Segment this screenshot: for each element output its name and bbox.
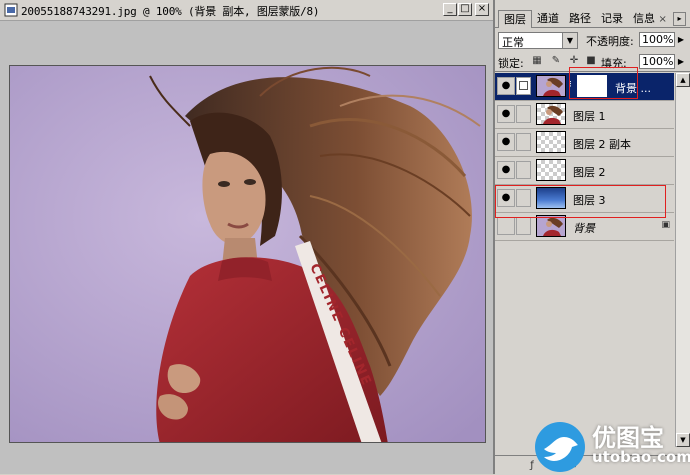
lock-label: 锁定: [498,57,524,70]
layer-row-layer-1[interactable]: ● 图层 1 [495,101,674,129]
layer-thumbnail [536,103,566,125]
blend-mode-value: 正常 [502,36,524,49]
blend-mode-select[interactable]: 正常 ▼ [498,32,578,49]
opacity-input[interactable]: 100% [639,32,675,47]
chevron-down-icon[interactable]: ▼ [562,33,577,48]
canvas-area[interactable]: CELINE CELINE [0,21,493,474]
layer-lock-icon: ▣ [661,220,670,230]
lock-brush-icon[interactable]: ✎ [550,55,562,67]
layer-name: 图层 2 副本 [573,138,631,151]
maximize-button[interactable]: □ [458,3,472,16]
lock-all-icon[interactable]: ■ [585,55,597,67]
panel-menu-button[interactable]: ▸ [673,12,686,26]
layer-link-cell[interactable] [516,161,531,179]
layer-row-layer-2-copy[interactable]: ● 图层 2 副本 [495,129,674,157]
layer-name: 图层 1 [573,110,606,123]
fill-arrow-icon[interactable]: ▶ [676,54,686,69]
document-title-bar[interactable]: 20055188743291.jpg @ 100% (背景 副本, 图层蒙版/8… [0,0,493,21]
layer-thumbnail [536,131,566,153]
visibility-eye-icon[interactable]: ● [497,77,515,95]
fill-input[interactable]: 100% [639,54,675,69]
watermark-en: utobao.com [592,448,690,466]
layer-row-layer-2[interactable]: ● 图层 2 [495,157,674,185]
layer-link-cell[interactable] [516,105,531,123]
opacity-label: 不透明度: [586,35,634,48]
photoshop-document-icon [4,3,18,17]
portrait-photo-image: CELINE CELINE [10,66,485,442]
layers-panel: 图层 通道 路径 记录 信息 × ▸ 正常 ▼ 不透明度: 100% ▶ 锁定:… [495,0,690,475]
layer-link-cell[interactable] [516,217,531,235]
bird-logo-icon [535,422,585,472]
layer-name: 图层 2 [573,166,606,179]
visibility-eye-icon[interactable]: ● [497,133,515,151]
highlight-layer-3-box [495,185,666,218]
document-window: 20055188743291.jpg @ 100% (背景 副本, 图层蒙版/8… [0,0,493,474]
close-button[interactable]: × [475,3,489,16]
visibility-eye-icon[interactable]: ● [497,161,515,179]
layers-list: ● ⁝ 背景 ... ● 图层 1 ● 图层 2 副本 ● 图层 2 ● 图层 … [495,67,674,447]
highlight-mask-box [569,67,638,99]
lock-transparency-icon[interactable]: ▦ [531,55,543,67]
layer-link-cell[interactable] [516,133,531,151]
tab-info[interactable]: 信息 × [628,10,668,27]
layer-thumbnail [536,215,566,237]
visibility-eye-cell[interactable] [497,217,515,235]
tab-layers[interactable]: 图层 [498,10,532,28]
document-title: 20055188743291.jpg @ 100% (背景 副本, 图层蒙版/8… [21,5,320,18]
lock-move-icon[interactable]: ✛ [568,55,580,67]
layer-mask-link-icon[interactable] [516,77,531,95]
layers-scrollbar[interactable]: ▲ ▼ [675,73,690,447]
layer-thumbnail [536,159,566,181]
panel-tab-strip: 图层 通道 路径 记录 信息 × ▸ [495,8,690,28]
opacity-arrow-icon[interactable]: ▶ [676,32,686,47]
tab-channels[interactable]: 通道 [532,10,564,27]
blend-opacity-row: 正常 ▼ 不透明度: 100% ▶ [495,29,690,51]
tab-history[interactable]: 记录 [596,10,628,27]
scroll-up-icon[interactable]: ▲ [676,73,690,87]
canvas-photo[interactable]: CELINE CELINE [9,65,486,443]
tab-close-icon[interactable]: × [659,14,667,25]
visibility-eye-icon[interactable]: ● [497,105,515,123]
watermark: 优图宝 utobao.com [530,415,690,474]
layer-thumbnail [536,75,566,97]
tab-paths[interactable]: 路径 [564,10,596,27]
layer-name: 背景 [573,222,595,235]
minimize-button[interactable]: _ [443,3,457,16]
